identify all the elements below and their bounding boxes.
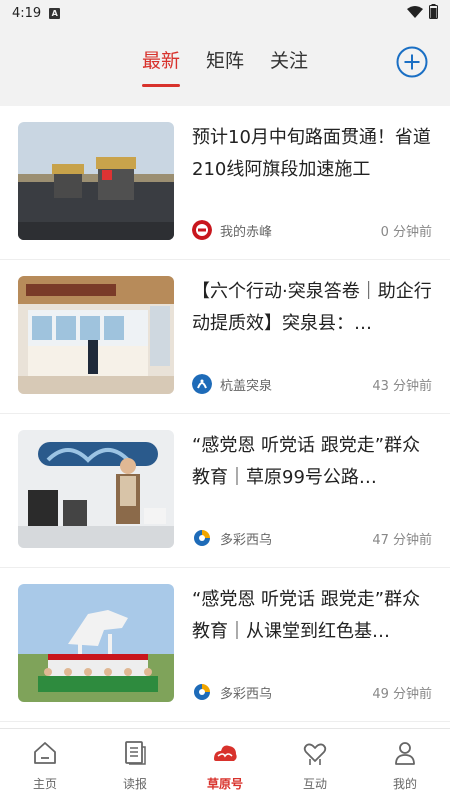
add-plus-icon[interactable] (396, 46, 428, 78)
tab-follow[interactable]: 关注 (270, 36, 308, 85)
news-meta: 多彩西乌 49 分钟前 (192, 682, 432, 702)
nav-label: 我的 (392, 777, 417, 791)
status-bar: 4:19 A (0, 0, 450, 26)
news-source[interactable]: 杭盖突泉 (220, 375, 272, 394)
status-time: 4:19 (12, 5, 42, 21)
news-thumbnail (18, 584, 174, 702)
nav-mine[interactable]: 我的 (360, 729, 450, 800)
source-logo-icon (194, 684, 210, 700)
battery-icon (429, 4, 438, 19)
news-meta: 多彩西乌 47 分钟前 (192, 528, 432, 548)
news-item[interactable]: “感党恩 听党话 跟党走”群众教育｜从课堂到红色基… 多彩西乌 49 分钟前 (0, 568, 450, 722)
news-title[interactable]: “感党恩 听党话 跟党走”群众教育｜从课堂到红色基… (192, 584, 432, 648)
top-header: 最新 矩阵 关注 (0, 26, 450, 106)
tab-latest[interactable]: 最新 (141, 36, 180, 87)
nav-label: 草原号 (206, 777, 243, 791)
notification-a-icon: A (49, 7, 61, 19)
nav-interact[interactable]: 互动 (270, 729, 360, 800)
tab-matrix[interactable]: 矩阵 (206, 36, 244, 85)
news-time: 49 分钟前 (372, 686, 432, 702)
source-logo-icon (192, 374, 212, 394)
person-icon (395, 742, 415, 765)
news-source[interactable]: 多彩西乌 (220, 683, 272, 702)
news-meta: 杭盖突泉 43 分钟前 (192, 374, 432, 394)
news-time: 43 分钟前 (372, 378, 432, 394)
nav-grassland[interactable]: 草原号 (180, 729, 270, 800)
bottom-nav: 主页 读报 草原号 互动 我的 (0, 728, 450, 800)
nav-home[interactable]: 主页 (0, 729, 90, 800)
source-logo-icon (194, 530, 210, 546)
nav-label: 互动 (302, 777, 327, 791)
nav-newspaper[interactable]: 读报 (90, 729, 180, 800)
news-title[interactable]: 【六个行动·突泉答卷｜助企行动提质效】突泉县：… (192, 276, 432, 340)
source-logo-icon (192, 220, 212, 240)
news-time: 0 分钟前 (380, 224, 432, 240)
news-source[interactable]: 我的赤峰 (220, 221, 272, 240)
news-time: 47 分钟前 (372, 532, 432, 548)
wifi-icon (407, 5, 423, 18)
home-icon (34, 742, 56, 764)
news-item[interactable]: 预计10月中旬路面贯通！省道210线阿旗段加速施工 我的赤峰 0 分钟前 (0, 106, 450, 260)
news-thumbnail (18, 122, 174, 240)
nav-label: 主页 (32, 777, 57, 791)
nav-label: 读报 (122, 777, 147, 791)
newspaper-icon (125, 741, 146, 765)
news-feed: 预计10月中旬路面贯通！省道210线阿旗段加速施工 我的赤峰 0 分钟前 【六个… (0, 106, 450, 722)
cloud-icon (214, 745, 237, 761)
news-title[interactable]: 预计10月中旬路面贯通！省道210线阿旗段加速施工 (192, 122, 432, 186)
news-item[interactable]: “感党恩 听党话 跟党走”群众教育｜草原99号公路… 多彩西乌 47 分钟前 (0, 414, 450, 568)
news-item[interactable]: 【六个行动·突泉答卷｜助企行动提质效】突泉县：… 杭盖突泉 43 分钟前 (0, 260, 450, 414)
news-source[interactable]: 多彩西乌 (220, 529, 272, 548)
news-title[interactable]: “感党恩 听党话 跟党走”群众教育｜草原99号公路… (192, 430, 432, 494)
heart-hands-icon (303, 743, 327, 765)
news-thumbnail (18, 430, 174, 548)
news-thumbnail (18, 276, 174, 394)
feed-tabs: 最新 矩阵 关注 (0, 36, 450, 87)
news-meta: 我的赤峰 0 分钟前 (192, 220, 432, 240)
